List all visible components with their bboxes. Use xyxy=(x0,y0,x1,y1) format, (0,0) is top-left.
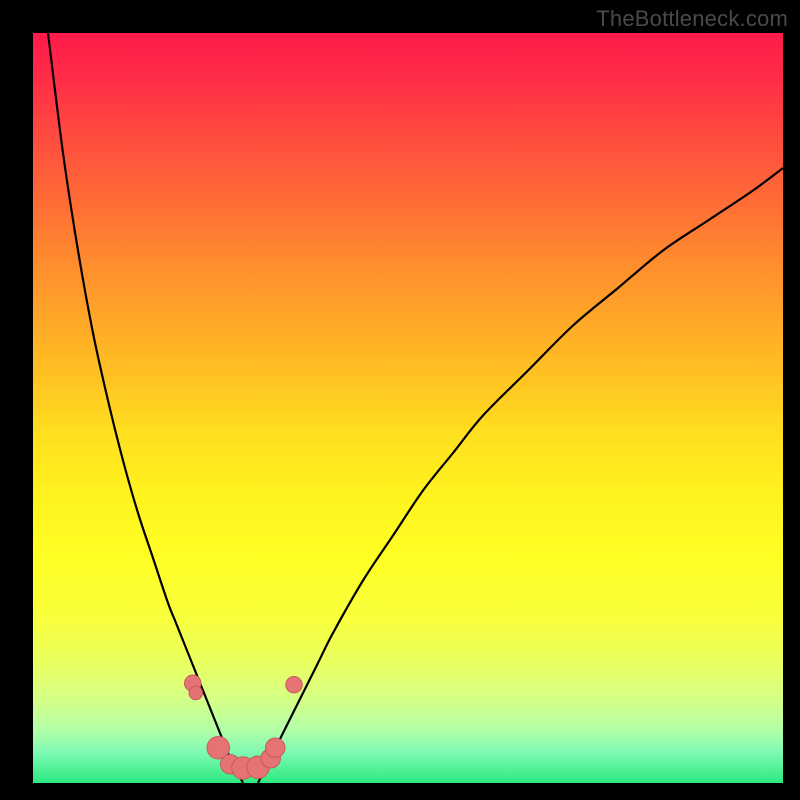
marker-group xyxy=(185,675,303,779)
plot-area xyxy=(33,33,783,783)
chart-svg xyxy=(33,33,783,783)
watermark-text: TheBottleneck.com xyxy=(596,6,788,32)
data-marker xyxy=(286,677,303,694)
right-curve xyxy=(258,168,783,783)
data-marker xyxy=(266,738,286,758)
data-marker xyxy=(189,686,203,700)
chart-frame: TheBottleneck.com xyxy=(0,0,800,800)
left-curve xyxy=(48,33,243,783)
